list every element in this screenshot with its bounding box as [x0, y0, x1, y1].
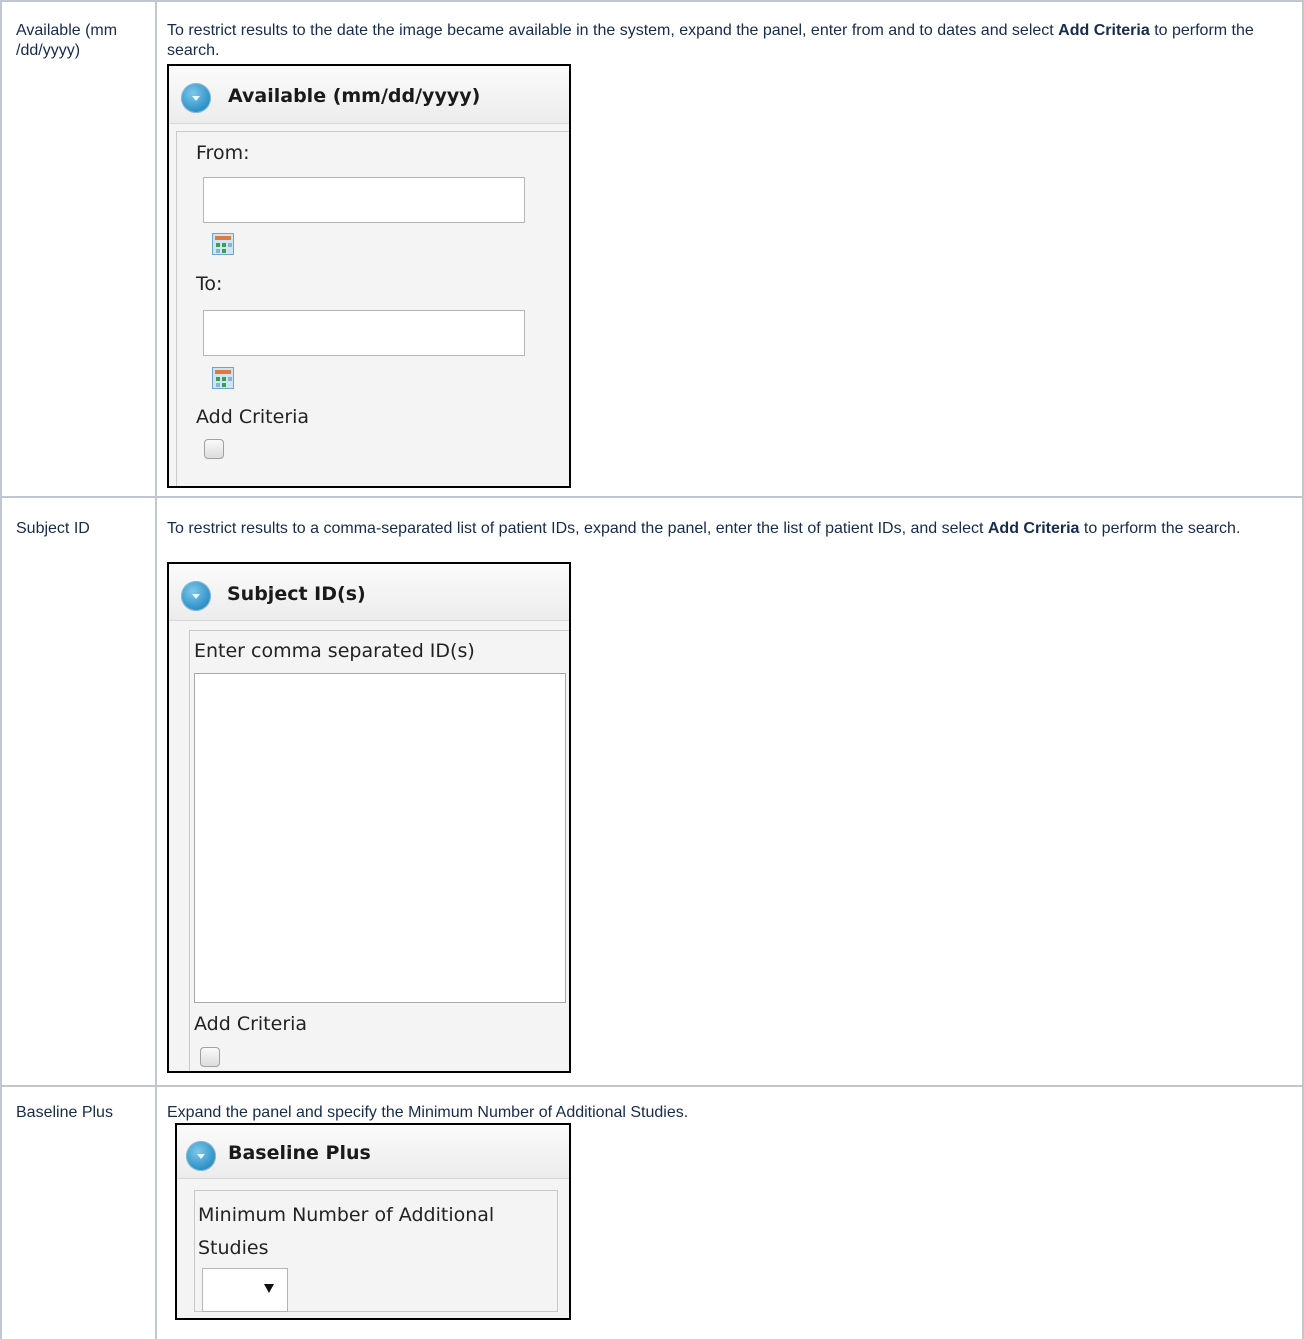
add-criteria-label: Add Criteria [196, 406, 310, 428]
from-date-input[interactable] [203, 177, 525, 223]
add-criteria-checkbox[interactable] [200, 1047, 220, 1067]
panel-header[interactable]: Available (mm/dd/yyyy) [169, 66, 569, 124]
baseline-plus-panel-screenshot: Baseline Plus Minimum Number of Addition… [175, 1123, 571, 1320]
panel-title: Baseline Plus [228, 1142, 371, 1164]
table-border-left [0, 0, 2, 1339]
subject-ids-label: Enter comma separated ID(s) [194, 640, 475, 662]
panel-title: Subject ID(s) [227, 583, 366, 605]
to-label: To: [196, 273, 223, 295]
calendar-icon[interactable] [212, 367, 234, 389]
panel-header[interactable]: Baseline Plus [177, 1125, 569, 1179]
expand-toggle-icon[interactable] [181, 581, 211, 611]
column-divider [155, 0, 157, 1339]
table-border-top [0, 0, 1304, 2]
row-label-baseline-plus: Baseline Plus [16, 1104, 113, 1121]
from-label: From: [196, 142, 250, 164]
row-description-available: To restrict results to the date the imag… [167, 22, 1254, 59]
row-divider [0, 1085, 1304, 1087]
add-criteria-checkbox[interactable] [204, 439, 224, 459]
row-label-subject-id: Subject ID [16, 520, 90, 537]
min-additional-studies-label: Minimum Number of Additional Studies [198, 1204, 495, 1259]
add-criteria-label: Add Criteria [194, 1013, 308, 1035]
to-date-input[interactable] [203, 310, 525, 356]
panel-body: Minimum Number of Additional Studies [194, 1190, 558, 1312]
panel-title: Available (mm/dd/yyyy) [228, 85, 481, 107]
row-divider [0, 496, 1304, 498]
panel-body: From: To: Add Criteria [176, 131, 569, 486]
row-label-available: Available (mm /dd/yyyy) [16, 22, 118, 59]
calendar-icon[interactable] [212, 233, 234, 255]
dropdown-arrow-icon[interactable] [264, 1284, 274, 1293]
expand-toggle-icon[interactable] [181, 83, 211, 113]
panel-header[interactable]: Subject ID(s) [169, 564, 569, 621]
row-description-subject-id: To restrict results to a comma-separated… [167, 520, 1241, 537]
available-panel-screenshot: Available (mm/dd/yyyy) From: To: Add Cri… [167, 64, 571, 488]
add-criteria-emphasis: Add Criteria [1058, 22, 1150, 39]
min-additional-studies-select[interactable] [202, 1268, 288, 1312]
expand-toggle-icon[interactable] [186, 1141, 216, 1171]
subject-id-panel-screenshot: Subject ID(s) Enter comma separated ID(s… [167, 562, 571, 1073]
add-criteria-emphasis: Add Criteria [987, 520, 1080, 537]
panel-body: Enter comma separated ID(s) Add Criteria [189, 630, 569, 1071]
row-description-baseline-plus: Expand the panel and specify the Minimum… [167, 1104, 689, 1121]
subject-ids-textarea[interactable] [194, 673, 566, 1003]
